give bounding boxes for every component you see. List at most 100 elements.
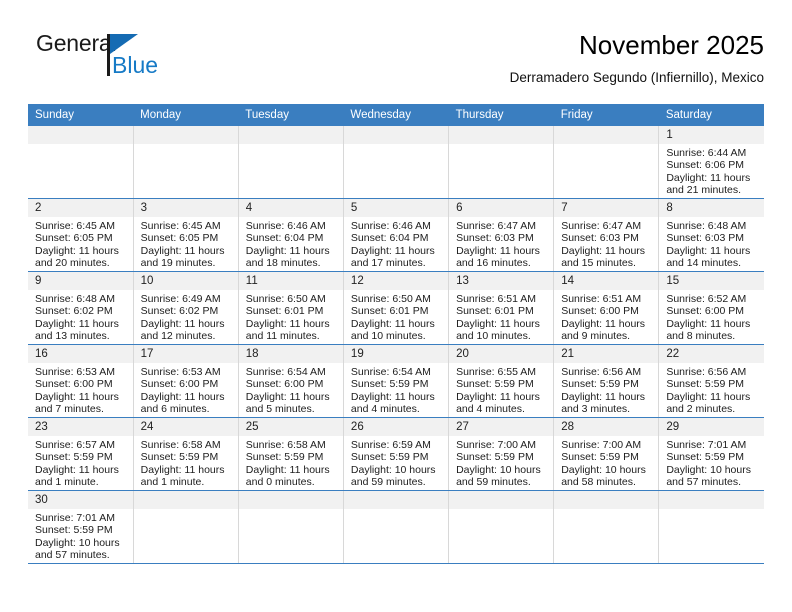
calendar-day-cell[interactable]: 24 Sunrise: 6:58 AM Sunset: 5:59 PM Dayligh… [132, 417, 239, 491]
sun-info: Sunrise: 6:45 AM Sunset: 6:05 PM Daylight:… [28, 217, 133, 270]
day-number [343, 491, 449, 509]
weekday-header-tuesday: Tuesday [238, 104, 344, 126]
day-number [554, 126, 659, 144]
day-cell-content: 30 Sunrise: 7:01 AM Sunset: 5:59 PM Dayligh… [28, 491, 133, 563]
calendar-empty-cell [553, 126, 659, 199]
daylight-text-line2: and 7 minutes. [35, 403, 104, 416]
day-cell-content: 3 Sunrise: 6:45 AM Sunset: 6:05 PM Daylight… [133, 199, 238, 271]
weekday-header-sunday: Sunday [28, 104, 134, 126]
sunset-text: Sunset: 5:59 PM [35, 451, 113, 464]
day-number: 6 [449, 199, 554, 217]
sunrise-text: Sunrise: 6:58 AM [245, 439, 326, 451]
calendar-day-cell[interactable]: 13 Sunrise: 6:51 AM Sunset: 6:01 PM Dayligh… [448, 271, 554, 345]
calendar-day-cell[interactable]: 11 Sunrise: 6:50 AM Sunset: 6:01 PM Dayligh… [237, 271, 344, 345]
page-title: November 2025 [579, 30, 764, 60]
day-cell-content: 7 Sunrise: 6:47 AM Sunset: 6:03 PM Daylight… [554, 199, 659, 271]
sunset-text: Sunset: 6:01 PM [350, 305, 429, 318]
calendar-day-cell[interactable]: 28 Sunrise: 7:00 AM Sunset: 5:59 PM Dayligh… [553, 417, 659, 491]
day-number: 1 [659, 126, 764, 144]
daylight-text-line2: and 12 minutes. [140, 330, 216, 343]
sun-info: Sunrise: 6:59 AM Sunset: 5:59 PM Daylight:… [344, 436, 448, 489]
calendar-day-cell[interactable]: 23 Sunrise: 6:57 AM Sunset: 5:59 PM Dayligh… [28, 417, 134, 491]
calendar-day-cell[interactable]: 7 Sunrise: 6:47 AM Sunset: 6:03 PM Daylight… [553, 198, 659, 272]
calendar-day-cell[interactable]: 29 Sunrise: 7:01 AM Sunset: 5:59 PM Dayligh… [658, 417, 764, 491]
calendar-day-cell[interactable]: 26 Sunrise: 6:59 AM Sunset: 5:59 PM Dayligh… [342, 417, 449, 491]
sunset-text: Sunset: 5:59 PM [456, 451, 534, 464]
sunrise-text: Sunrise: 6:55 AM [456, 366, 537, 378]
daylight-text-line1: Daylight: 11 hours [35, 317, 119, 330]
day-cell-content [28, 126, 133, 198]
calendar-day-cell[interactable]: 14 Sunrise: 6:51 AM Sunset: 6:00 PM Dayligh… [553, 271, 659, 345]
daylight-text-line1: Daylight: 11 hours [456, 317, 540, 330]
day-number [238, 491, 343, 509]
day-cell-content: 5 Sunrise: 6:46 AM Sunset: 6:04 PM Daylight… [343, 199, 449, 271]
day-cell-content [554, 126, 659, 198]
daylight-text-line1: Daylight: 11 hours [140, 317, 225, 330]
daylight-text-line1: Daylight: 11 hours [561, 390, 646, 403]
weekday-header-saturday: Saturday [658, 104, 764, 126]
calendar-day-cell[interactable]: 17 Sunrise: 6:53 AM Sunset: 6:00 PM Dayligh… [132, 344, 239, 418]
daylight-text-line2: and 14 minutes. [666, 257, 742, 270]
calendar-day-cell[interactable]: 12 Sunrise: 6:50 AM Sunset: 6:01 PM Dayligh… [342, 271, 449, 345]
day-number: 8 [659, 199, 764, 217]
calendar-day-cell[interactable]: 20 Sunrise: 6:55 AM Sunset: 5:59 PM Dayligh… [448, 344, 554, 418]
calendar-day-cell[interactable]: 19 Sunrise: 6:54 AM Sunset: 5:59 PM Dayligh… [342, 344, 449, 418]
calendar-day-cell[interactable]: 22 Sunrise: 6:56 AM Sunset: 5:59 PM Dayligh… [658, 344, 764, 418]
calendar-day-cell[interactable]: 18 Sunrise: 6:54 AM Sunset: 6:00 PM Dayligh… [237, 344, 344, 418]
sunset-text: Sunset: 6:00 PM [245, 378, 324, 391]
day-cell-content: 10 Sunrise: 6:49 AM Sunset: 6:02 PM Dayligh… [133, 272, 238, 344]
calendar-day-cell[interactable]: 2 Sunrise: 6:45 AM Sunset: 6:05 PM Daylight… [28, 198, 134, 272]
calendar-day-cell[interactable]: 30 Sunrise: 7:01 AM Sunset: 5:59 PM Dayligh… [28, 490, 134, 564]
daylight-text-line1: Daylight: 11 hours [35, 463, 119, 476]
daylight-text-line2: and 3 minutes. [561, 403, 631, 416]
calendar-day-cell[interactable]: 10 Sunrise: 6:49 AM Sunset: 6:02 PM Dayligh… [132, 271, 239, 345]
day-number [449, 491, 554, 509]
sunset-text: Sunset: 5:59 PM [350, 451, 429, 464]
daylight-text-line2: and 10 minutes. [456, 330, 531, 343]
calendar-day-cell[interactable]: 9 Sunrise: 6:48 AM Sunset: 6:02 PM Daylight… [28, 271, 134, 345]
calendar-day-cell[interactable]: 27 Sunrise: 7:00 AM Sunset: 5:59 PM Dayligh… [448, 417, 554, 491]
daylight-text-line1: Daylight: 11 hours [245, 244, 330, 257]
daylight-text-line1: Daylight: 10 hours [350, 463, 436, 476]
day-number: 24 [133, 418, 238, 436]
sun-info: Sunrise: 6:57 AM Sunset: 5:59 PM Daylight:… [28, 436, 133, 489]
daylight-text-line2: and 10 minutes. [350, 330, 426, 343]
calendar-day-cell[interactable]: 21 Sunrise: 6:56 AM Sunset: 5:59 PM Dayligh… [553, 344, 659, 418]
day-number: 20 [449, 345, 554, 363]
calendar-day-cell[interactable]: 6 Sunrise: 6:47 AM Sunset: 6:03 PM Daylight… [448, 198, 554, 272]
sunrise-text: Sunrise: 6:58 AM [140, 439, 221, 451]
sunrise-text: Sunrise: 6:45 AM [140, 220, 221, 232]
calendar-day-cell[interactable]: 4 Sunrise: 6:46 AM Sunset: 6:04 PM Daylight… [237, 198, 344, 272]
sunrise-text: Sunrise: 6:44 AM [666, 147, 747, 159]
day-cell-content [554, 491, 659, 563]
calendar-day-cell[interactable]: 16 Sunrise: 6:53 AM Sunset: 6:00 PM Dayligh… [28, 344, 134, 418]
sunset-text: Sunset: 6:00 PM [140, 378, 219, 391]
sun-info: Sunrise: 6:50 AM Sunset: 6:01 PM Daylight:… [344, 290, 448, 343]
day-cell-content: 11 Sunrise: 6:50 AM Sunset: 6:01 PM Dayligh… [238, 272, 343, 344]
sunrise-text: Sunrise: 6:49 AM [140, 293, 221, 305]
sunset-text: Sunset: 5:59 PM [561, 451, 639, 464]
day-cell-content [449, 126, 554, 198]
general-blue-logo[interactable]: General Blue [36, 32, 196, 90]
daylight-text-line2: and 1 minute. [140, 476, 205, 489]
daylight-text-line1: Daylight: 11 hours [350, 317, 435, 330]
day-cell-content: 26 Sunrise: 6:59 AM Sunset: 5:59 PM Dayligh… [343, 418, 449, 490]
sun-info: Sunrise: 6:44 AM Sunset: 6:06 PM Daylight:… [659, 144, 764, 197]
calendar-day-cell[interactable]: 1 Sunrise: 6:44 AM Sunset: 6:06 PM Daylight… [658, 126, 764, 199]
sun-info: Sunrise: 6:50 AM Sunset: 6:01 PM Daylight:… [239, 290, 343, 343]
calendar-day-cell[interactable]: 25 Sunrise: 6:58 AM Sunset: 5:59 PM Dayligh… [237, 417, 344, 491]
daylight-text-line1: Daylight: 11 hours [245, 463, 330, 476]
daylight-text-line1: Daylight: 11 hours [666, 390, 751, 403]
calendar-day-cell[interactable]: 8 Sunrise: 6:48 AM Sunset: 6:03 PM Daylight… [658, 198, 764, 272]
calendar-day-cell[interactable]: 5 Sunrise: 6:46 AM Sunset: 6:04 PM Daylight… [342, 198, 449, 272]
sunset-text: Sunset: 6:03 PM [456, 232, 534, 245]
weekday-header-monday: Monday [133, 104, 239, 126]
calendar-empty-cell [448, 126, 554, 199]
page-subtitle: Derramadero Segundo (Infiernillo), Mexic… [509, 70, 764, 85]
day-cell-content [238, 126, 343, 198]
day-cell-content: 19 Sunrise: 6:54 AM Sunset: 5:59 PM Dayligh… [343, 345, 449, 417]
calendar-empty-cell [28, 126, 134, 199]
calendar-day-cell[interactable]: 15 Sunrise: 6:52 AM Sunset: 6:00 PM Dayligh… [658, 271, 764, 345]
sunrise-text: Sunrise: 7:00 AM [456, 439, 537, 451]
calendar-day-cell[interactable]: 3 Sunrise: 6:45 AM Sunset: 6:05 PM Daylight… [132, 198, 239, 272]
